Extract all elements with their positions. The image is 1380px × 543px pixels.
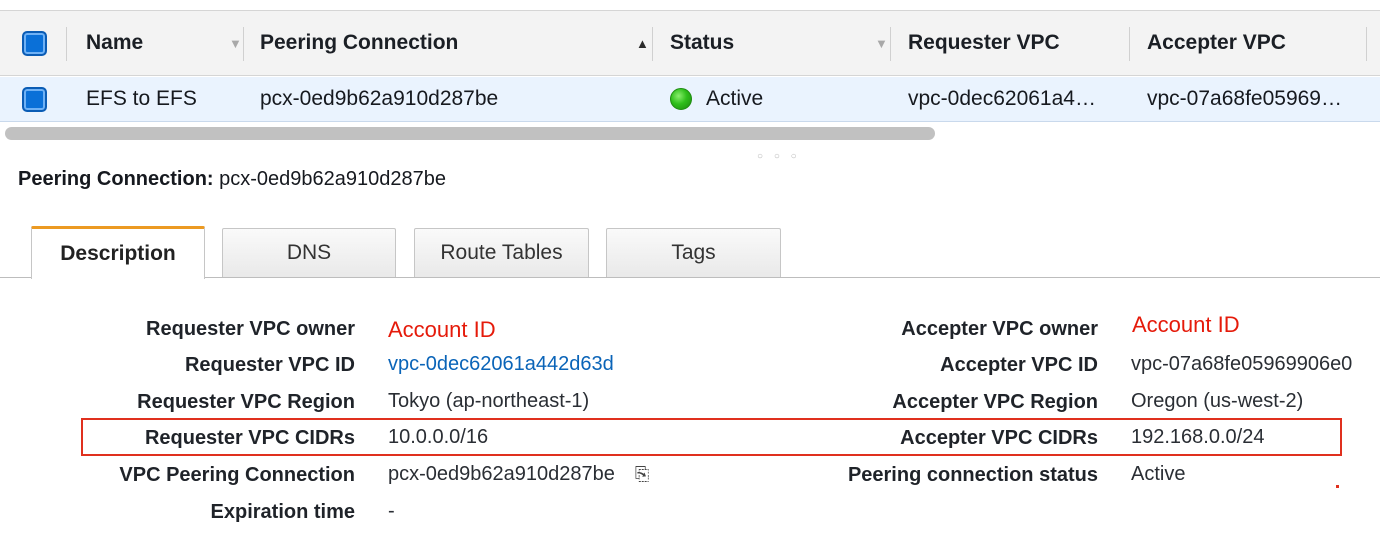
row-checkbox[interactable]: [22, 77, 47, 121]
copy-icon[interactable]: ⎘: [635, 464, 649, 485]
column-header-status[interactable]: Status ▼: [670, 11, 890, 75]
value-accepter-vpc-owner: Account ID: [1132, 312, 1240, 337]
column-header-peering-connection[interactable]: Peering Connection ▲: [260, 11, 649, 75]
detail-title: Peering Connection: pcx-0ed9b62a910d287b…: [18, 168, 446, 191]
column-header-requester-vpc[interactable]: Requester VPC: [908, 11, 1060, 75]
value-expiration-time: -: [388, 500, 395, 522]
cell-accepter-vpc: vpc-07a68fe05969…: [1147, 87, 1342, 110]
link-requester-vpc-id[interactable]: vpc-0dec62061a442d63d: [388, 353, 614, 376]
column-header-label: Status: [670, 31, 735, 54]
value-accepter-vpc-region: Oregon (us-west-2): [1131, 390, 1304, 412]
label-peering-connection-status: Peering connection status: [847, 464, 1098, 486]
cidr-highlight-box: [81, 418, 1342, 456]
checkbox-icon: [22, 86, 47, 112]
value-accepter-vpc-id: vpc-07a68fe05969906e0: [1131, 353, 1353, 375]
annotation-dot: [1336, 485, 1339, 488]
column-header-label: Name: [86, 31, 144, 54]
status-active-icon: [670, 88, 692, 110]
column-header-label: Requester VPC: [908, 31, 1060, 54]
cell-peering-connection: pcx-0ed9b62a910d287be: [260, 87, 499, 110]
column-header-accepter-vpc[interactable]: Accepter VPC: [1147, 11, 1286, 75]
column-divider[interactable]: [243, 27, 244, 61]
splitter-handle-icon[interactable]: ○ ○ ○: [757, 151, 801, 162]
column-header-label: Peering Connection: [260, 31, 459, 54]
label-accepter-vpc-owner: Accepter VPC owner: [901, 318, 1098, 340]
table-header: Name ▼ Peering Connection ▲ Status ▼ Req…: [0, 10, 1380, 76]
sort-down-icon: ▼: [875, 35, 888, 51]
column-divider[interactable]: [1366, 27, 1367, 61]
checkbox-icon: [22, 30, 47, 56]
column-divider[interactable]: [890, 27, 891, 61]
value-requester-vpc-region: Tokyo (ap-northeast-1): [388, 390, 590, 412]
label-requester-vpc-id: Requester VPC ID: [184, 354, 355, 376]
label-accepter-vpc-id: Accepter VPC ID: [940, 354, 1098, 376]
detail-title-label: Peering Connection:: [18, 168, 214, 190]
peering-connections-table: Name ▼ Peering Connection ▲ Status ▼ Req…: [0, 0, 1380, 122]
column-header-name[interactable]: Name ▼: [86, 11, 246, 75]
column-divider[interactable]: [66, 27, 67, 61]
table-row[interactable]: EFS to EFS pcx-0ed9b62a910d287be Active …: [0, 77, 1380, 122]
cell-name: EFS to EFS: [86, 87, 197, 110]
label-requester-vpc-region: Requester VPC Region: [137, 391, 355, 413]
column-header-label: Accepter VPC: [1147, 31, 1286, 54]
vpc-peering-connection-id: pcx-0ed9b62a910d287be: [388, 463, 615, 485]
tab-dns[interactable]: DNS: [222, 228, 396, 277]
value-peering-connection-status: Active: [1131, 463, 1186, 485]
select-all-checkbox[interactable]: [22, 11, 47, 75]
column-divider[interactable]: [1129, 27, 1130, 61]
label-expiration-time: Expiration time: [210, 501, 355, 523]
tab-tags[interactable]: Tags: [606, 228, 781, 277]
status-text: Active: [706, 87, 764, 110]
horizontal-scrollbar[interactable]: [5, 127, 935, 140]
sort-up-icon: ▲: [636, 35, 649, 51]
sort-down-icon: ▼: [229, 35, 242, 51]
label-accepter-vpc-region: Accepter VPC Region: [892, 391, 1098, 413]
cell-requester-vpc: vpc-0dec62061a4…: [908, 87, 1096, 110]
detail-tabs: Description DNS Route Tables Tags: [0, 226, 1380, 279]
tab-description[interactable]: Description: [31, 226, 205, 279]
value-requester-vpc-owner: Account ID: [388, 317, 496, 342]
cell-status: Active: [670, 77, 763, 121]
label-vpc-peering-connection: VPC Peering Connection: [119, 464, 355, 486]
value-vpc-peering-connection: pcx-0ed9b62a910d287be ⎘: [388, 463, 649, 486]
label-requester-vpc-owner: Requester VPC owner: [146, 318, 355, 340]
detail-title-value: pcx-0ed9b62a910d287be: [219, 168, 447, 190]
tab-route-tables[interactable]: Route Tables: [414, 228, 589, 277]
column-divider[interactable]: [652, 27, 653, 61]
